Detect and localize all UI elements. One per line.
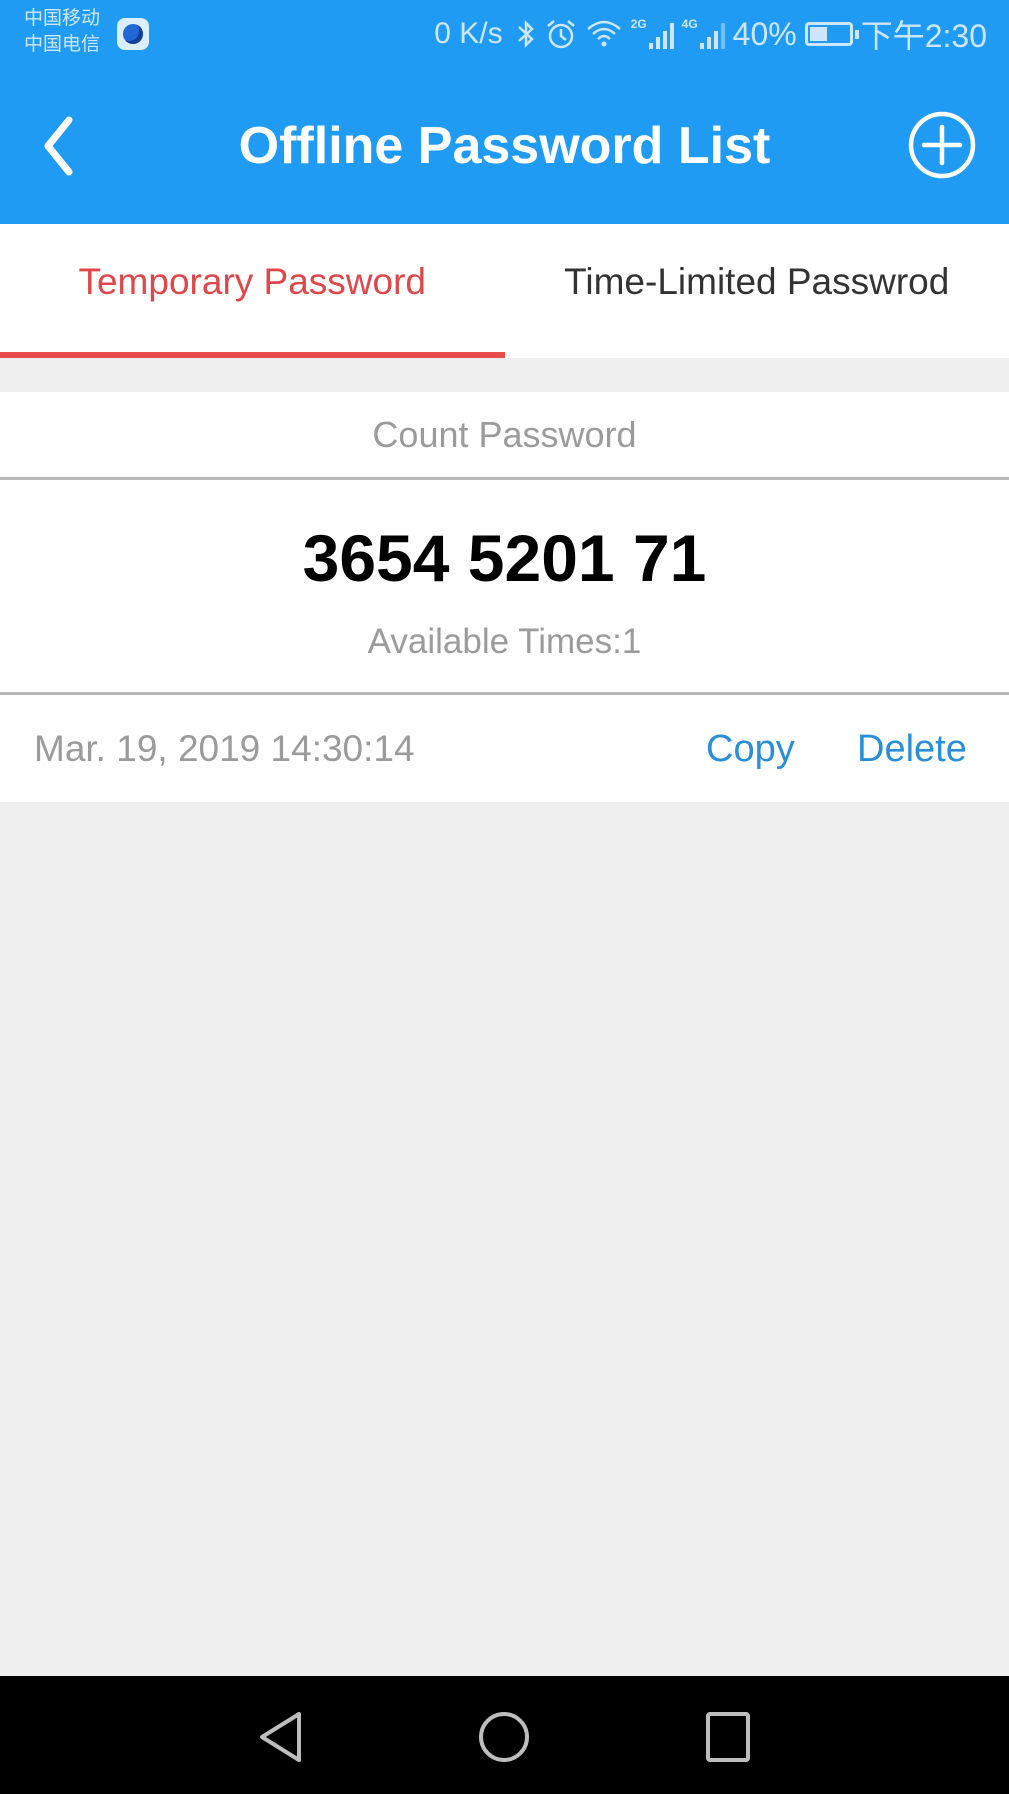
status-indicators: 0 K/s 2G 4G 40% 下午2:30: [434, 12, 987, 56]
carrier-2: 中国电信: [24, 34, 101, 55]
tab-temporary-password[interactable]: Temporary Password: [0, 224, 505, 358]
wifi-icon: [586, 20, 621, 47]
recents-square-icon: [706, 1712, 750, 1762]
status-bar: 中国移动 中国电信 0 K/s 2G 4G 40% 下午2:30: [0, 0, 1009, 66]
delete-button[interactable]: Delete: [857, 728, 967, 771]
battery-percent: 40%: [732, 15, 797, 52]
clock: 下午2:30: [860, 18, 987, 54]
alarm-icon: [546, 20, 575, 49]
password-card: Count Password 3654 5201 71 Available Ti…: [0, 392, 1009, 802]
nav-back-button[interactable]: [252, 1710, 312, 1764]
network-speed: 0 K/s: [434, 17, 503, 50]
nav-recents-button[interactable]: [698, 1710, 758, 1764]
copy-button[interactable]: Copy: [706, 728, 795, 771]
signal-4g-icon: 4G: [682, 17, 725, 49]
tab-time-limited-password[interactable]: Time-Limited Passwrod: [505, 224, 1009, 358]
back-triangle-icon: [260, 1712, 301, 1762]
battery-icon: [804, 22, 859, 46]
password-type-label: Count Password: [0, 392, 1009, 480]
password-block: 3654 5201 71 Available Times:1: [0, 480, 1009, 695]
signal-2g-icon: 2G: [631, 17, 674, 49]
carrier-names: 中国移动 中国电信: [24, 6, 100, 58]
page-title: Offline Password List: [238, 117, 771, 175]
bluetooth-icon: [517, 19, 534, 49]
home-circle-icon: [479, 1712, 529, 1762]
available-times: Available Times:1: [367, 622, 642, 661]
add-password-button[interactable]: [907, 110, 977, 180]
password-type-tabs: Temporary Password Time-Limited Passwrod: [0, 224, 1009, 358]
plus-circle-icon: [908, 111, 976, 179]
password-value: 3654 5201 71: [302, 521, 707, 595]
nav-home-button[interactable]: [474, 1710, 534, 1764]
app-notification-icon: [117, 18, 149, 50]
app-header: Offline Password List: [0, 66, 1009, 224]
created-timestamp: Mar. 19, 2019 14:30:14: [34, 728, 415, 769]
carrier-1: 中国移动: [24, 8, 101, 29]
system-nav-bar: [0, 1676, 1009, 1794]
password-card-footer: Mar. 19, 2019 14:30:14 Copy Delete: [0, 695, 1009, 802]
